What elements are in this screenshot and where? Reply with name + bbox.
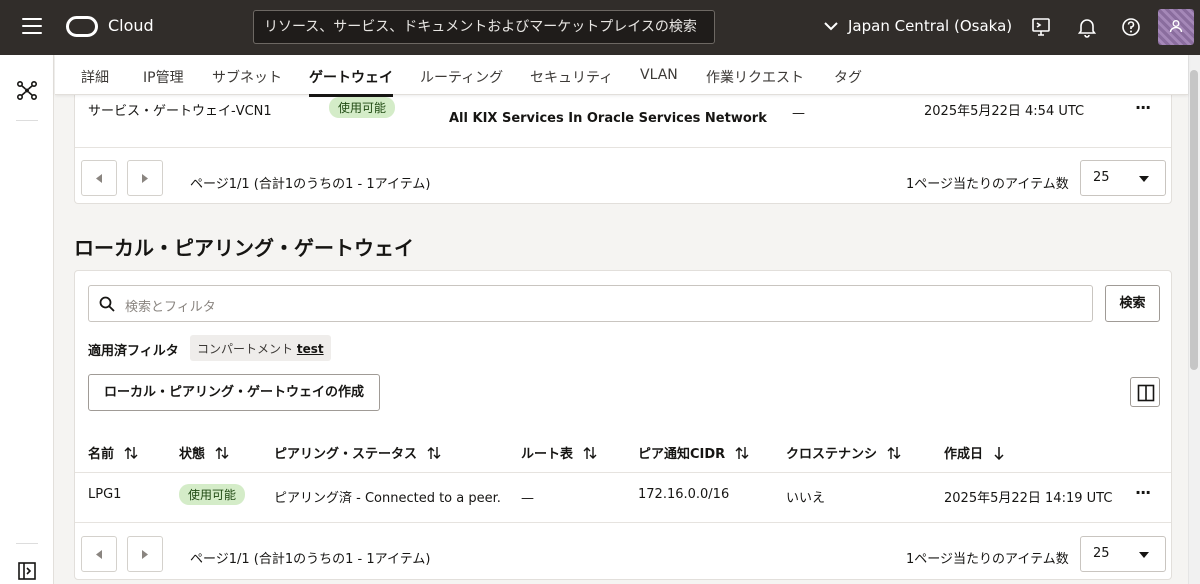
- column-header-label: ピア通知CIDR: [638, 447, 726, 462]
- row-actions-icon[interactable]: ···: [1135, 98, 1151, 117]
- column-header-label: ピアリング・ステータス: [274, 447, 418, 462]
- global-search-input[interactable]: [253, 10, 715, 44]
- top-bar: Cloud Japan Central (Osaka): [0, 0, 1200, 55]
- tab-gateways[interactable]: ゲートウェイ: [309, 67, 393, 97]
- sort-icon: [735, 446, 749, 459]
- caret-right-icon: [142, 174, 148, 183]
- created-value: 2025年5月22日 4:54 UTC: [924, 104, 1085, 119]
- column-header-peering-status[interactable]: ピアリング・ステータス: [274, 443, 441, 462]
- pagination-summary: ページ1/1 (合計1のうちの1 - 1アイテム): [190, 177, 431, 192]
- tab-vlan[interactable]: VLAN: [640, 67, 678, 83]
- column-header-cross-tenancy[interactable]: クロステナンシ: [786, 443, 901, 462]
- left-rail: [0, 55, 54, 584]
- caret-right-icon: [142, 550, 148, 559]
- scrollbar-thumb[interactable]: [1190, 70, 1198, 370]
- column-header-created[interactable]: 作成日: [944, 443, 1005, 462]
- tab-tags[interactable]: タグ: [834, 67, 862, 87]
- tab-bar: 詳細 IP管理 サブネット ゲートウェイ ルーティング セキュリティ VLAN …: [55, 55, 1188, 97]
- search-button[interactable]: 検索: [1105, 285, 1160, 322]
- column-header-peer-cidr[interactable]: ピア通知CIDR: [638, 443, 749, 462]
- local-peering-gateway-panel: 検索とフィルタ 検索 適用済フィルタ コンパートメント test ローカル・ピア…: [74, 270, 1172, 580]
- chip-label: コンパートメント: [197, 342, 294, 356]
- help-icon[interactable]: [1120, 16, 1142, 38]
- network-icon[interactable]: [16, 79, 38, 101]
- caret-down-icon: [1139, 176, 1149, 182]
- oracle-logo[interactable]: [66, 16, 98, 37]
- per-page-value: 25: [1093, 546, 1110, 561]
- column-header-label: 状態: [179, 447, 206, 462]
- create-lpg-button[interactable]: ローカル・ピアリング・ゲートウェイの作成: [88, 374, 380, 411]
- search-icon: [99, 296, 115, 312]
- cloud-shell-icon[interactable]: [1030, 16, 1052, 38]
- menu-icon[interactable]: [22, 18, 42, 36]
- column-settings-button[interactable]: [1130, 377, 1160, 407]
- status-badge: 使用可能: [329, 97, 396, 118]
- services-value: All KIX Services In Oracle Services Netw…: [449, 111, 767, 126]
- caret-left-icon: [96, 550, 102, 559]
- route-table-value: —: [792, 106, 805, 121]
- region-selector[interactable]: Japan Central (Osaka): [824, 17, 1012, 35]
- sort-icon: [583, 446, 597, 459]
- route-table-value: —: [521, 491, 534, 506]
- next-page-button[interactable]: [127, 536, 163, 572]
- region-label: Japan Central (Osaka): [848, 17, 1013, 35]
- panel-toggle-icon[interactable]: [18, 562, 36, 580]
- service-gateway-name-link[interactable]: サービス・ゲートウェイ-VCN1: [88, 100, 272, 119]
- caret-down-icon: [1139, 552, 1149, 558]
- caret-left-icon: [96, 174, 102, 183]
- status-badge: 使用可能: [179, 484, 246, 505]
- rail-divider: [16, 543, 38, 544]
- user-avatar[interactable]: [1158, 9, 1194, 45]
- per-page-label: 1ページ当たりのアイテム数: [906, 552, 1069, 567]
- column-header-status[interactable]: 状態: [179, 443, 229, 462]
- chip-value: test: [296, 342, 324, 356]
- per-page-select[interactable]: 25: [1080, 536, 1166, 572]
- next-page-button[interactable]: [127, 160, 163, 196]
- cross-tenancy-value: いいえ: [786, 491, 826, 506]
- pagination-summary: ページ1/1 (合計1のうちの1 - 1アイテム): [190, 552, 431, 567]
- search-filter-placeholder: 検索とフィルタ: [125, 300, 216, 315]
- compartment-filter-chip[interactable]: コンパートメント test: [190, 335, 331, 361]
- tab-ip-management[interactable]: IP管理: [143, 67, 184, 87]
- peer-cidr-value: 172.16.0.0/16: [638, 487, 730, 502]
- column-header-label: 名前: [88, 447, 115, 462]
- tab-details[interactable]: 詳細: [81, 67, 109, 87]
- per-page-select[interactable]: 25: [1080, 160, 1166, 196]
- section-title: ローカル・ピアリング・ゲートウェイ: [74, 236, 414, 260]
- brand-name[interactable]: Cloud: [108, 16, 154, 35]
- tab-work-requests[interactable]: 作業リクエスト: [706, 67, 804, 87]
- created-value: 2025年5月22日 14:19 UTC: [944, 491, 1113, 506]
- sort-icon: [124, 446, 138, 459]
- user-icon: [1169, 20, 1183, 33]
- row-divider: [75, 522, 1171, 523]
- lpg-name-link[interactable]: LPG1: [88, 487, 121, 502]
- chevron-down-icon: [824, 21, 838, 30]
- column-header-label: クロステナンシ: [786, 447, 878, 462]
- per-page-label: 1ページ当たりのアイテム数: [906, 177, 1069, 192]
- sort-icon: [887, 446, 901, 459]
- rail-divider: [16, 120, 38, 121]
- row-divider: [75, 147, 1171, 148]
- sort-icon: [427, 446, 441, 459]
- tab-subnets[interactable]: サブネット: [212, 67, 282, 87]
- bell-icon[interactable]: [1076, 16, 1098, 38]
- columns-icon: [1137, 384, 1155, 402]
- per-page-value: 25: [1093, 170, 1110, 185]
- tab-security[interactable]: セキュリティ: [530, 67, 613, 87]
- header-divider: [75, 472, 1171, 473]
- previous-page-button[interactable]: [81, 536, 117, 572]
- sort-descending-icon: [994, 446, 1004, 460]
- column-header-label: ルート表: [521, 447, 574, 462]
- row-actions-icon[interactable]: ···: [1135, 483, 1151, 502]
- previous-page-button[interactable]: [81, 160, 117, 196]
- sort-icon: [215, 446, 229, 459]
- applied-filters-label: 適用済フィルタ: [88, 344, 179, 359]
- tab-routing[interactable]: ルーティング: [420, 67, 503, 87]
- column-header-label: 作成日: [944, 447, 984, 462]
- column-header-name[interactable]: 名前: [88, 443, 138, 462]
- search-filter-input[interactable]: 検索とフィルタ: [88, 285, 1093, 322]
- peering-status-value: ピアリング済 - Connected to a peer.: [274, 491, 501, 506]
- column-header-route-table[interactable]: ルート表: [521, 443, 597, 462]
